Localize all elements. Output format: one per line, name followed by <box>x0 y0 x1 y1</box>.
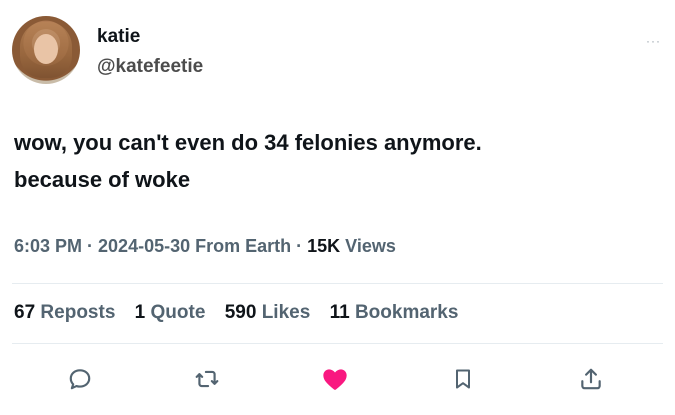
views-count: 15K <box>307 236 341 256</box>
tweet-header: katie @katefeetie ··· <box>12 16 663 88</box>
bookmark-button[interactable] <box>446 362 480 396</box>
repost-button[interactable] <box>190 362 224 396</box>
tweet-text-line-2: because of woke <box>14 167 191 192</box>
meta-separator: · <box>291 236 308 256</box>
reply-button[interactable] <box>63 362 97 396</box>
tweet-text-line-1: wow, you can't even do 34 felonies anymo… <box>14 130 482 155</box>
divider <box>12 283 663 284</box>
tweet-date[interactable]: 2024-05-30 <box>98 236 190 256</box>
reply-icon <box>69 369 91 390</box>
tweet-source: From Earth <box>190 236 292 256</box>
display-name[interactable]: katie <box>97 26 140 48</box>
quotes-label[interactable]: Quote <box>151 302 206 323</box>
bookmarks-count[interactable]: 11 <box>330 302 350 323</box>
bookmarks-label[interactable]: Bookmarks <box>355 302 459 323</box>
bookmark-icon <box>456 369 470 389</box>
tweet-text: wow, you can't even do 34 felonies anymo… <box>14 124 654 198</box>
heart-icon <box>323 369 347 390</box>
avatar-face <box>34 34 58 64</box>
likes-label[interactable]: Likes <box>262 302 311 323</box>
action-bar <box>0 354 675 404</box>
reposts-count[interactable]: 67 <box>14 302 35 323</box>
engagement-stats: 67 Reposts 1 Quote 590 Likes 11 Bookmark… <box>14 302 472 324</box>
tweet-time[interactable]: 6:03 PM <box>14 236 82 256</box>
share-button[interactable] <box>574 362 608 396</box>
reposts-label[interactable]: Reposts <box>40 302 115 323</box>
repost-icon <box>195 370 219 388</box>
like-button[interactable] <box>318 362 352 396</box>
divider <box>12 343 663 344</box>
user-handle[interactable]: @katefeetie <box>97 56 203 78</box>
more-options-icon[interactable]: ··· <box>646 34 661 48</box>
quotes-count[interactable]: 1 <box>135 302 146 323</box>
share-icon <box>581 368 601 390</box>
likes-count[interactable]: 590 <box>225 302 257 323</box>
views-label: Views <box>340 236 396 256</box>
meta-separator: · <box>82 236 99 256</box>
avatar[interactable] <box>12 16 80 84</box>
tweet-meta: 6:03 PM · 2024-05-30 From Earth · 15K Vi… <box>14 236 396 257</box>
